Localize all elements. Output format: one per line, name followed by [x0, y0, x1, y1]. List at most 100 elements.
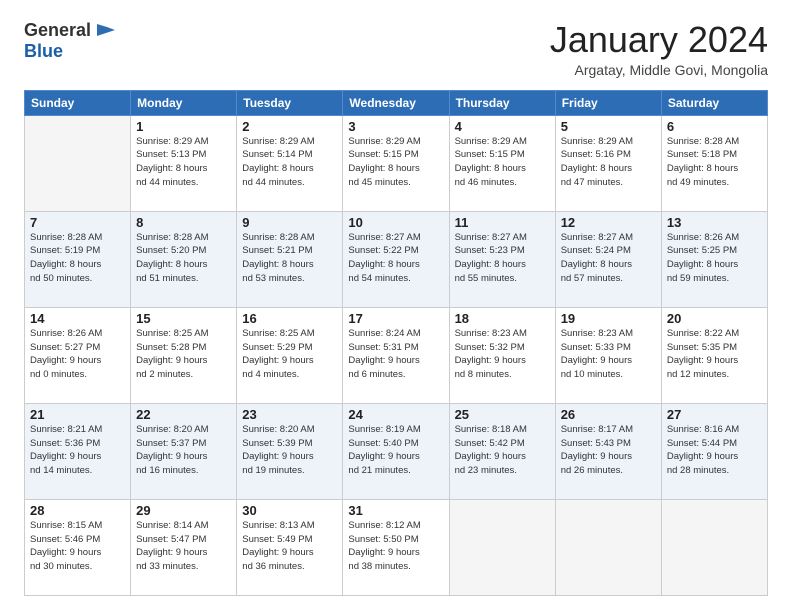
- cell-info-text: Sunrise: 8:27 AMSunset: 5:22 PMDaylight:…: [348, 231, 443, 286]
- logo-flag-icon: [95, 22, 117, 40]
- calendar-week-5: 28Sunrise: 8:15 AMSunset: 5:46 PMDayligh…: [25, 499, 768, 595]
- table-cell: 28Sunrise: 8:15 AMSunset: 5:46 PMDayligh…: [25, 499, 131, 595]
- table-cell: 12Sunrise: 8:27 AMSunset: 5:24 PMDayligh…: [555, 211, 661, 307]
- cell-date-number: 22: [136, 407, 231, 422]
- cell-date-number: 11: [455, 215, 550, 230]
- table-cell: 7Sunrise: 8:28 AMSunset: 5:19 PMDaylight…: [25, 211, 131, 307]
- logo-blue-text: Blue: [24, 41, 63, 61]
- table-cell: 31Sunrise: 8:12 AMSunset: 5:50 PMDayligh…: [343, 499, 449, 595]
- cell-date-number: 23: [242, 407, 337, 422]
- cell-date-number: 19: [561, 311, 656, 326]
- header-sunday: Sunday: [25, 90, 131, 115]
- table-cell: 17Sunrise: 8:24 AMSunset: 5:31 PMDayligh…: [343, 307, 449, 403]
- calendar-week-2: 7Sunrise: 8:28 AMSunset: 5:19 PMDaylight…: [25, 211, 768, 307]
- table-cell: 30Sunrise: 8:13 AMSunset: 5:49 PMDayligh…: [237, 499, 343, 595]
- cell-info-text: Sunrise: 8:18 AMSunset: 5:42 PMDaylight:…: [455, 423, 550, 478]
- cell-date-number: 30: [242, 503, 337, 518]
- table-cell: 23Sunrise: 8:20 AMSunset: 5:39 PMDayligh…: [237, 403, 343, 499]
- calendar-header-row: Sunday Monday Tuesday Wednesday Thursday…: [25, 90, 768, 115]
- header-thursday: Thursday: [449, 90, 555, 115]
- cell-date-number: 12: [561, 215, 656, 230]
- cell-date-number: 3: [348, 119, 443, 134]
- table-cell: 18Sunrise: 8:23 AMSunset: 5:32 PMDayligh…: [449, 307, 555, 403]
- title-block: January 2024 Argatay, Middle Govi, Mongo…: [550, 20, 768, 78]
- cell-date-number: 27: [667, 407, 762, 422]
- table-cell: 6Sunrise: 8:28 AMSunset: 5:18 PMDaylight…: [661, 115, 767, 211]
- cell-info-text: Sunrise: 8:23 AMSunset: 5:33 PMDaylight:…: [561, 327, 656, 382]
- table-cell: 11Sunrise: 8:27 AMSunset: 5:23 PMDayligh…: [449, 211, 555, 307]
- cell-info-text: Sunrise: 8:27 AMSunset: 5:23 PMDaylight:…: [455, 231, 550, 286]
- cell-date-number: 24: [348, 407, 443, 422]
- calendar-week-3: 14Sunrise: 8:26 AMSunset: 5:27 PMDayligh…: [25, 307, 768, 403]
- table-cell: 20Sunrise: 8:22 AMSunset: 5:35 PMDayligh…: [661, 307, 767, 403]
- cell-info-text: Sunrise: 8:21 AMSunset: 5:36 PMDaylight:…: [30, 423, 125, 478]
- table-cell: [449, 499, 555, 595]
- cell-date-number: 18: [455, 311, 550, 326]
- cell-date-number: 21: [30, 407, 125, 422]
- cell-date-number: 2: [242, 119, 337, 134]
- cell-info-text: Sunrise: 8:28 AMSunset: 5:19 PMDaylight:…: [30, 231, 125, 286]
- cell-info-text: Sunrise: 8:22 AMSunset: 5:35 PMDaylight:…: [667, 327, 762, 382]
- location-subtitle: Argatay, Middle Govi, Mongolia: [550, 62, 768, 78]
- cell-info-text: Sunrise: 8:16 AMSunset: 5:44 PMDaylight:…: [667, 423, 762, 478]
- calendar-week-1: 1Sunrise: 8:29 AMSunset: 5:13 PMDaylight…: [25, 115, 768, 211]
- cell-info-text: Sunrise: 8:23 AMSunset: 5:32 PMDaylight:…: [455, 327, 550, 382]
- table-cell: [25, 115, 131, 211]
- cell-info-text: Sunrise: 8:29 AMSunset: 5:15 PMDaylight:…: [348, 135, 443, 190]
- table-cell: 14Sunrise: 8:26 AMSunset: 5:27 PMDayligh…: [25, 307, 131, 403]
- table-cell: 22Sunrise: 8:20 AMSunset: 5:37 PMDayligh…: [131, 403, 237, 499]
- table-cell: 26Sunrise: 8:17 AMSunset: 5:43 PMDayligh…: [555, 403, 661, 499]
- table-cell: 8Sunrise: 8:28 AMSunset: 5:20 PMDaylight…: [131, 211, 237, 307]
- table-cell: 2Sunrise: 8:29 AMSunset: 5:14 PMDaylight…: [237, 115, 343, 211]
- cell-info-text: Sunrise: 8:28 AMSunset: 5:21 PMDaylight:…: [242, 231, 337, 286]
- header: General Blue January 2024 Argatay, Middl…: [24, 20, 768, 78]
- cell-info-text: Sunrise: 8:28 AMSunset: 5:20 PMDaylight:…: [136, 231, 231, 286]
- cell-date-number: 9: [242, 215, 337, 230]
- header-saturday: Saturday: [661, 90, 767, 115]
- cell-date-number: 25: [455, 407, 550, 422]
- cell-date-number: 7: [30, 215, 125, 230]
- cell-info-text: Sunrise: 8:29 AMSunset: 5:15 PMDaylight:…: [455, 135, 550, 190]
- table-cell: 15Sunrise: 8:25 AMSunset: 5:28 PMDayligh…: [131, 307, 237, 403]
- cell-date-number: 6: [667, 119, 762, 134]
- calendar-table: Sunday Monday Tuesday Wednesday Thursday…: [24, 90, 768, 596]
- table-cell: 13Sunrise: 8:26 AMSunset: 5:25 PMDayligh…: [661, 211, 767, 307]
- cell-date-number: 15: [136, 311, 231, 326]
- cell-info-text: Sunrise: 8:13 AMSunset: 5:49 PMDaylight:…: [242, 519, 337, 574]
- cell-info-text: Sunrise: 8:20 AMSunset: 5:37 PMDaylight:…: [136, 423, 231, 478]
- table-cell: 21Sunrise: 8:21 AMSunset: 5:36 PMDayligh…: [25, 403, 131, 499]
- cell-info-text: Sunrise: 8:27 AMSunset: 5:24 PMDaylight:…: [561, 231, 656, 286]
- cell-info-text: Sunrise: 8:20 AMSunset: 5:39 PMDaylight:…: [242, 423, 337, 478]
- header-monday: Monday: [131, 90, 237, 115]
- table-cell: 25Sunrise: 8:18 AMSunset: 5:42 PMDayligh…: [449, 403, 555, 499]
- table-cell: 16Sunrise: 8:25 AMSunset: 5:29 PMDayligh…: [237, 307, 343, 403]
- cell-date-number: 26: [561, 407, 656, 422]
- cell-info-text: Sunrise: 8:25 AMSunset: 5:28 PMDaylight:…: [136, 327, 231, 382]
- month-title: January 2024: [550, 20, 768, 60]
- table-cell: 27Sunrise: 8:16 AMSunset: 5:44 PMDayligh…: [661, 403, 767, 499]
- table-cell: 29Sunrise: 8:14 AMSunset: 5:47 PMDayligh…: [131, 499, 237, 595]
- cell-info-text: Sunrise: 8:25 AMSunset: 5:29 PMDaylight:…: [242, 327, 337, 382]
- table-cell: 19Sunrise: 8:23 AMSunset: 5:33 PMDayligh…: [555, 307, 661, 403]
- header-wednesday: Wednesday: [343, 90, 449, 115]
- table-cell: 10Sunrise: 8:27 AMSunset: 5:22 PMDayligh…: [343, 211, 449, 307]
- cell-date-number: 10: [348, 215, 443, 230]
- cell-info-text: Sunrise: 8:19 AMSunset: 5:40 PMDaylight:…: [348, 423, 443, 478]
- table-cell: 1Sunrise: 8:29 AMSunset: 5:13 PMDaylight…: [131, 115, 237, 211]
- cell-date-number: 20: [667, 311, 762, 326]
- cell-date-number: 14: [30, 311, 125, 326]
- logo: General Blue: [24, 20, 117, 62]
- page: General Blue January 2024 Argatay, Middl…: [0, 0, 792, 612]
- table-cell: 24Sunrise: 8:19 AMSunset: 5:40 PMDayligh…: [343, 403, 449, 499]
- cell-date-number: 13: [667, 215, 762, 230]
- cell-info-text: Sunrise: 8:15 AMSunset: 5:46 PMDaylight:…: [30, 519, 125, 574]
- table-cell: [555, 499, 661, 595]
- calendar-week-4: 21Sunrise: 8:21 AMSunset: 5:36 PMDayligh…: [25, 403, 768, 499]
- cell-date-number: 8: [136, 215, 231, 230]
- cell-date-number: 17: [348, 311, 443, 326]
- cell-info-text: Sunrise: 8:17 AMSunset: 5:43 PMDaylight:…: [561, 423, 656, 478]
- cell-date-number: 31: [348, 503, 443, 518]
- cell-date-number: 16: [242, 311, 337, 326]
- cell-info-text: Sunrise: 8:12 AMSunset: 5:50 PMDaylight:…: [348, 519, 443, 574]
- logo-general-text: General: [24, 20, 91, 41]
